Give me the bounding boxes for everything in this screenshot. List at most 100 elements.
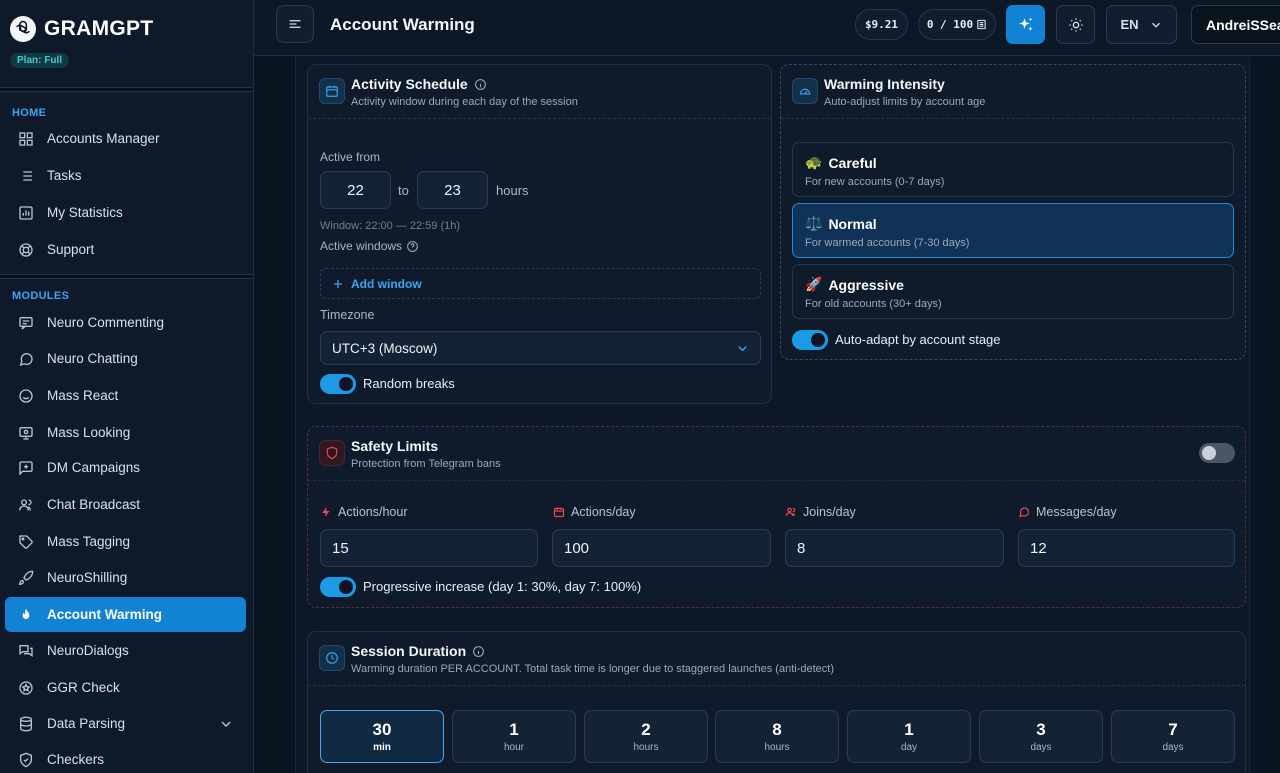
intensity-option-careful[interactable]: 🐢 Careful For new accounts (0-7 days) xyxy=(792,142,1234,197)
sidebar-item-tasks[interactable]: Tasks xyxy=(5,158,246,193)
actions-per-day-label: Actions/day xyxy=(553,505,636,519)
timezone-value: UTC+3 (Moscow) xyxy=(332,340,438,356)
info-icon[interactable] xyxy=(472,645,485,658)
sidebar-item-my-statistics[interactable]: My Statistics xyxy=(5,195,246,230)
section-label-modules: MODULES xyxy=(12,290,70,302)
duration-unit: min xyxy=(373,742,391,753)
theme-toggle-button[interactable] xyxy=(1056,5,1095,44)
intensity-option-normal[interactable]: ⚖️ Normal For warmed accounts (7-30 days) xyxy=(792,203,1234,258)
bar-chart-icon xyxy=(17,204,35,222)
sidebar-item-label: Account Warming xyxy=(47,607,163,622)
sidebar-item-neuro-chatting[interactable]: Neuro Chatting xyxy=(5,341,246,376)
intensity-name: Normal xyxy=(828,215,877,232)
random-breaks-toggle[interactable] xyxy=(320,374,356,394)
sidebar-item-account-warming[interactable]: Account Warming xyxy=(5,597,246,632)
card-title: Session Duration xyxy=(351,643,485,659)
monitor-eye-icon xyxy=(17,424,35,442)
sidebar-item-neurodialogs[interactable]: NeuroDialogs xyxy=(5,633,246,668)
sun-icon xyxy=(1068,17,1084,33)
toggle-knob xyxy=(1202,446,1216,460)
add-window-button[interactable]: Add window xyxy=(320,268,761,299)
sidebar-item-chat-broadcast[interactable]: Chat Broadcast xyxy=(5,487,246,522)
limit-value: 8 xyxy=(797,539,806,557)
duration-unit: hours xyxy=(633,742,659,753)
sidebar-item-label: GGR Check xyxy=(47,680,120,695)
list-icon xyxy=(17,167,35,185)
joins-per-day-input[interactable]: 8 xyxy=(785,529,1004,567)
sidebar-item-label: Support xyxy=(47,242,95,257)
intensity-title: ⚖️ Normal xyxy=(805,215,877,232)
auto-adapt-toggle[interactable] xyxy=(792,330,828,350)
sidebar-item-mass-tagging[interactable]: Mass Tagging xyxy=(5,524,246,559)
duration-option-7-days[interactable]: 7 days xyxy=(1111,710,1235,763)
duration-option-30-min[interactable]: 30 min xyxy=(320,710,444,763)
calendar-icon xyxy=(553,506,565,518)
sidebar-item-label: NeuroShilling xyxy=(47,570,128,585)
duration-option-3-days[interactable]: 3 days xyxy=(979,710,1103,763)
card-divider xyxy=(308,480,1245,481)
duration-value: 1 xyxy=(904,720,914,739)
brand[interactable]: GRAMGPT xyxy=(10,16,153,42)
sidebar-item-mass-react[interactable]: Mass React xyxy=(5,378,246,413)
sidebar-divider xyxy=(0,87,253,92)
sidebar-item-neuroshilling[interactable]: NeuroShilling xyxy=(5,560,246,595)
balance-badge[interactable]: $9.21 xyxy=(855,9,908,40)
timezone-label: Timezone xyxy=(320,308,375,322)
actions-per-hour-input[interactable]: 15 xyxy=(320,529,538,567)
tag-icon xyxy=(17,533,35,551)
duration-option-8-hours[interactable]: 8 hours xyxy=(715,710,839,763)
sidebar-item-label: Tasks xyxy=(47,168,82,183)
duration-option-2-hours[interactable]: 2 hours xyxy=(584,710,708,763)
language-select[interactable]: EN xyxy=(1106,5,1177,44)
sidebar-item-mass-looking[interactable]: Mass Looking xyxy=(5,415,246,450)
intensity-title: 🚀 Aggressive xyxy=(805,276,904,293)
actions-per-day-input[interactable]: 100 xyxy=(552,529,771,567)
toggle-knob xyxy=(811,333,825,347)
hours-label: hours xyxy=(496,183,529,198)
toggle-knob xyxy=(339,580,353,594)
duration-option-1-day[interactable]: 1 day xyxy=(847,710,971,763)
sidebar-item-data-parsing[interactable]: Data Parsing xyxy=(5,706,246,741)
menu-toggle-button[interactable] xyxy=(276,5,314,43)
sidebar-item-checkers[interactable]: Checkers xyxy=(5,742,246,773)
sidebar-item-support[interactable]: Support xyxy=(5,232,246,267)
timezone-select[interactable]: UTC+3 (Moscow) xyxy=(320,331,761,365)
activity-schedule-card: Activity Schedule Activity window during… xyxy=(307,64,772,404)
chevron-down-icon[interactable] xyxy=(218,716,234,732)
joins-per-day-label: Joins/day xyxy=(785,505,856,519)
duration-option-1-hour[interactable]: 1 hour xyxy=(452,710,576,763)
card-title-text: Warming Intensity xyxy=(824,76,945,92)
limit-value: 15 xyxy=(332,539,349,557)
random-breaks-label: Random breaks xyxy=(363,376,455,391)
duration-unit: hours xyxy=(764,742,790,753)
chevron-down-icon xyxy=(1149,18,1163,32)
progressive-increase-toggle[interactable] xyxy=(320,577,356,597)
sidebar-item-ggr-check[interactable]: GGR Check xyxy=(5,670,246,705)
sidebar-item-label: DM Campaigns xyxy=(47,460,141,475)
shield-check-icon xyxy=(17,751,35,769)
active-from-input[interactable]: 22 xyxy=(320,171,391,209)
user-menu-button[interactable]: AndreiSSea xyxy=(1191,5,1280,44)
sidebar-item-dm-campaigns[interactable]: DM Campaigns xyxy=(5,450,246,485)
card-title-text: Activity Schedule xyxy=(351,76,468,92)
safety-limits-toggle[interactable] xyxy=(1199,443,1235,463)
intensity-desc: For old accounts (30+ days) xyxy=(805,298,942,310)
sidebar-item-accounts-manager[interactable]: Accounts Manager xyxy=(5,121,246,156)
intensity-option-aggressive[interactable]: 🚀 Aggressive For old accounts (30+ days) xyxy=(792,264,1234,319)
limit-label-text: Actions/day xyxy=(571,505,636,519)
info-icon[interactable] xyxy=(474,78,487,91)
ai-assistant-button[interactable] xyxy=(1006,5,1045,44)
messages-per-day-input[interactable]: 12 xyxy=(1018,529,1235,567)
sidebar-item-label: Data Parsing xyxy=(47,716,126,731)
actions-per-hour-label: Actions/hour xyxy=(320,505,407,519)
help-icon[interactable] xyxy=(406,240,419,253)
active-to-input[interactable]: 23 xyxy=(417,171,488,209)
users-icon xyxy=(17,496,35,514)
card-title: Warming Intensity xyxy=(824,76,945,92)
quota-badge[interactable]: 0 / 100 xyxy=(918,9,996,40)
active-from-value: 22 xyxy=(347,181,364,199)
chat-bubble-icon xyxy=(17,350,35,368)
sidebar-item-neuro-commenting[interactable]: Neuro Commenting xyxy=(5,305,246,340)
duration-unit: days xyxy=(1030,742,1052,753)
intensity-desc: For new accounts (0-7 days) xyxy=(805,176,945,188)
